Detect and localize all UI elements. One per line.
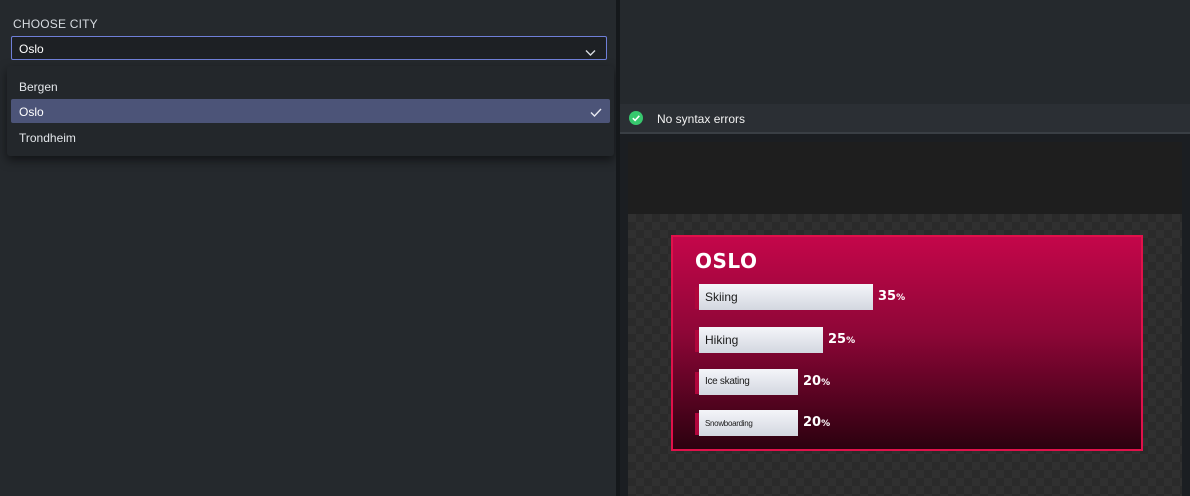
preview-header [628, 142, 1182, 214]
bar-fill: Snowboarding [699, 410, 798, 436]
status-text: No syntax errors [657, 112, 746, 126]
choose-city-label: CHOOSE CITY [13, 17, 98, 31]
city-select[interactable]: Oslo [11, 36, 607, 60]
bar-label: Hiking [705, 333, 739, 347]
bar-label: Ice skating [705, 376, 750, 387]
dropdown-option-bergen[interactable]: Bergen [11, 74, 610, 98]
status-bar: No syntax errors [620, 104, 1190, 132]
bar-row-skiing: Skiing 35% [695, 284, 919, 310]
dropdown-option-oslo[interactable]: Oslo [11, 99, 610, 123]
option-label: Trondheim [19, 131, 76, 145]
check-circle-icon [629, 111, 643, 130]
city-graphic-card: OSLO Skiing 35% Hiking 25% Ice skating 2… [671, 235, 1143, 451]
bar-fill: Ice skating [699, 369, 798, 395]
option-label: Bergen [19, 80, 58, 94]
dropdown-option-trondheim[interactable]: Trondheim [11, 125, 610, 149]
graphic-title: OSLO [695, 249, 758, 273]
bar-value: 20% [803, 374, 831, 389]
status-separator [620, 132, 1190, 134]
city-dropdown-menu: Bergen Oslo Trondheim [7, 66, 614, 156]
option-label: Oslo [19, 105, 44, 119]
graphic-preview: OSLO Skiing 35% Hiking 25% Ice skating 2… [628, 142, 1182, 496]
city-select-value: Oslo [19, 42, 44, 56]
output-panel: No syntax errors OSLO Skiing 35% Hiking … [620, 0, 1190, 496]
bar-label: Snowboarding [705, 419, 753, 428]
bar-value: 35% [878, 289, 906, 304]
bar-row-snowboarding: Snowboarding 20% [695, 410, 844, 436]
code-area[interactable] [620, 0, 1190, 104]
bar-label: Skiing [705, 290, 738, 304]
bar-fill: Skiing [699, 284, 873, 310]
bar-fill: Hiking [699, 327, 823, 353]
bar-row-hiking: Hiking 25% [695, 327, 869, 353]
bar-value: 20% [803, 415, 831, 430]
bar-row-ice-skating: Ice skating 20% [695, 369, 844, 395]
settings-panel: CHOOSE CITY Oslo Bergen Oslo Trondheim [0, 0, 616, 496]
bar-value: 25% [828, 332, 856, 347]
checkmark-icon [590, 106, 602, 120]
chevron-down-icon [585, 44, 596, 62]
